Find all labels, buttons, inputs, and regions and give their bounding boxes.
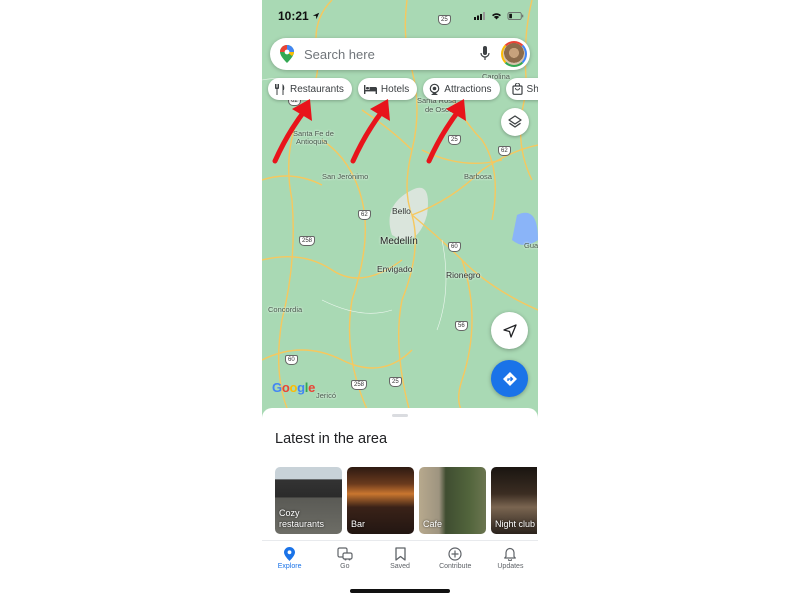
route-shield: 25 bbox=[389, 377, 402, 387]
route-shield: 258 bbox=[299, 236, 316, 246]
bed-icon bbox=[363, 84, 377, 94]
map-label-medellin: Medellín bbox=[380, 236, 418, 247]
status-time: 10:21 bbox=[278, 9, 320, 23]
card-bar[interactable]: Bar bbox=[347, 467, 414, 534]
card-cafe[interactable]: Cafe bbox=[419, 467, 486, 534]
latest-cards: Cozy restaurants Bar Cafe Night club bbox=[275, 467, 537, 534]
tab-explore[interactable]: Explore bbox=[262, 545, 317, 581]
tab-go[interactable]: Go bbox=[317, 545, 372, 581]
phone-screen: 10:21 Restaurants bbox=[262, 0, 538, 600]
add-circle-icon bbox=[448, 547, 462, 561]
layers-icon bbox=[508, 115, 522, 128]
tab-contribute[interactable]: Contribute bbox=[428, 545, 483, 581]
account-avatar[interactable] bbox=[501, 41, 527, 67]
route-shield: 258 bbox=[351, 380, 368, 390]
map-label-jerico: Jericó bbox=[316, 391, 337, 400]
google-logo: Google bbox=[272, 380, 316, 395]
search-bar[interactable] bbox=[270, 38, 530, 70]
map-label-bello: Bello bbox=[392, 206, 411, 216]
home-indicator[interactable] bbox=[350, 589, 450, 593]
bottom-nav: Explore Go Saved Contribute Updates bbox=[262, 545, 538, 581]
chip-shopping[interactable]: Shopping bbox=[505, 78, 538, 100]
tab-updates[interactable]: Updates bbox=[483, 545, 538, 581]
layers-button[interactable] bbox=[501, 108, 529, 136]
route-shield: 62 bbox=[358, 210, 371, 220]
card-label-line1: Cozy bbox=[279, 508, 300, 518]
status-bar: 10:21 bbox=[278, 8, 524, 24]
search-input[interactable] bbox=[304, 46, 464, 62]
navigation-arrow-icon bbox=[502, 323, 517, 338]
map-label-san-jeronimo: San Jerónimo bbox=[322, 172, 369, 181]
battery-icon bbox=[507, 12, 524, 20]
commute-icon bbox=[337, 547, 353, 561]
annotation-arrow-attractions bbox=[426, 99, 466, 164]
my-location-button[interactable] bbox=[491, 312, 528, 349]
divider bbox=[262, 540, 538, 541]
sheet-title: Latest in the area bbox=[275, 431, 388, 447]
bookmark-icon bbox=[394, 547, 406, 561]
card-cozy-restaurants[interactable]: Cozy restaurants bbox=[275, 467, 342, 534]
bell-icon bbox=[504, 547, 517, 561]
directions-button[interactable] bbox=[491, 360, 528, 397]
annotation-arrow-restaurants bbox=[272, 99, 312, 164]
map-label-concordia: Concordia bbox=[268, 305, 303, 314]
explore-pin-icon bbox=[284, 547, 296, 561]
location-arrow-icon bbox=[312, 12, 319, 20]
microphone-icon[interactable] bbox=[480, 46, 490, 61]
map-label-rionegro: Rionegro bbox=[446, 270, 481, 280]
route-shield: 62 bbox=[498, 146, 511, 156]
map-label-envigado: Envigado bbox=[377, 264, 413, 274]
route-shield: 56 bbox=[455, 321, 468, 331]
card-label: Night club bbox=[495, 519, 536, 529]
card-night-club[interactable]: Night club bbox=[491, 467, 537, 534]
map-label-barbosa: Barbosa bbox=[464, 172, 492, 181]
google-maps-pin-icon bbox=[280, 45, 294, 63]
directions-icon bbox=[502, 371, 517, 386]
status-icons bbox=[474, 12, 524, 20]
card-label: Bar bbox=[351, 519, 366, 529]
bottom-sheet: Latest in the area Cozy restaurants Bar C… bbox=[262, 408, 538, 600]
annotation-arrow-hotels bbox=[350, 99, 390, 164]
attraction-icon bbox=[429, 83, 440, 95]
card-label: Cafe bbox=[423, 519, 443, 529]
card-label: restaurants bbox=[279, 519, 325, 529]
map-label-guatape: Guat bbox=[524, 241, 538, 250]
route-shield: 60 bbox=[448, 242, 461, 252]
signal-icon bbox=[474, 12, 485, 20]
tab-saved[interactable]: Saved bbox=[372, 545, 427, 581]
wifi-icon bbox=[492, 13, 501, 20]
route-shield: 60 bbox=[285, 355, 298, 365]
sheet-drag-handle[interactable] bbox=[392, 414, 408, 417]
fork-knife-icon bbox=[275, 83, 285, 95]
shopping-bag-icon bbox=[511, 83, 523, 95]
map-view[interactable]: 10:21 Restaurants bbox=[262, 0, 538, 420]
